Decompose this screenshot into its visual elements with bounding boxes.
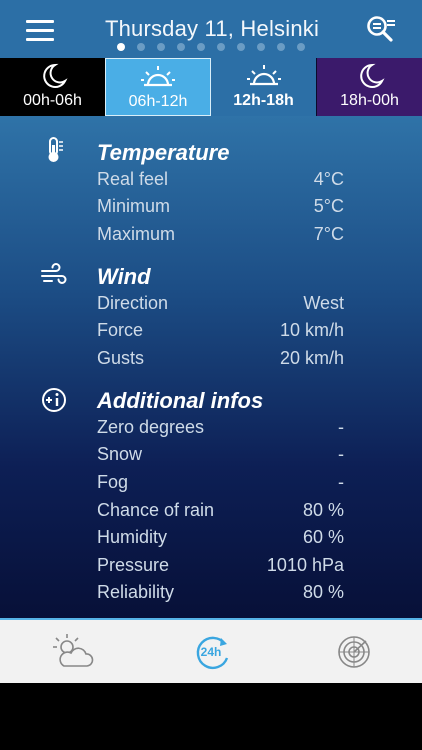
menu-icon-line: [26, 38, 54, 41]
forecast-details: Temperature Real feel 4°C Minimum 5°C Ma…: [0, 116, 422, 618]
tab-label: 06h-12h: [128, 93, 188, 110]
row-label: Direction: [97, 293, 169, 313]
wind-icon: [41, 263, 67, 284]
nav-24h-label: 24h: [201, 645, 222, 659]
row-label: Chance of rain: [97, 500, 215, 520]
page-dot[interactable]: [137, 43, 145, 51]
row-value: -: [338, 444, 344, 464]
section-title-additional-infos: Additional infos: [97, 388, 264, 413]
page-dot[interactable]: [197, 43, 205, 51]
row-value: 1010 hPa: [266, 555, 344, 575]
search-location-icon: [367, 16, 395, 42]
row-value: 10 km/h: [279, 320, 344, 340]
nav-forecast-button[interactable]: [50, 632, 96, 672]
tab-06h-12h[interactable]: 06h-12h: [105, 58, 211, 116]
page-dot[interactable]: [157, 43, 165, 51]
row-pressure: Pressure 1010 hPa: [97, 555, 344, 579]
page-title: Thursday 11, Helsinki: [104, 16, 320, 41]
row-label: Real feel: [97, 169, 169, 189]
page-indicator: [0, 43, 422, 51]
row-force: Force 10 km/h: [97, 320, 344, 344]
thermometer-icon: [48, 137, 63, 162]
row-label: Force: [97, 320, 144, 340]
nav-radar-button[interactable]: [334, 632, 380, 672]
page-dot[interactable]: [277, 43, 285, 51]
info-plus-icon: [42, 388, 66, 412]
radar-icon: [338, 636, 370, 668]
moon-icon: [359, 63, 385, 88]
row-value: 20 km/h: [279, 348, 344, 368]
menu-icon-line: [26, 29, 54, 32]
tab-12h-18h[interactable]: 12h-18h: [211, 58, 316, 116]
row-value: 4°C: [313, 169, 344, 189]
section-title-wind: Wind: [97, 264, 151, 289]
weather-app: Thursday 11, Helsinki 00h-06h 06h-12h 12…: [0, 0, 422, 683]
page-dot[interactable]: [257, 43, 265, 51]
page-dot[interactable]: [177, 43, 185, 51]
row-value: 80 %: [302, 500, 344, 520]
row-value: 5°C: [313, 196, 344, 216]
nav-24h-button[interactable]: 24h: [190, 632, 236, 672]
sun-cloud-icon: [53, 634, 94, 667]
row-value: 80 %: [302, 582, 344, 602]
row-label: Fog: [97, 472, 129, 492]
row-reliability: Reliability 80 %: [97, 582, 344, 606]
row-label: Zero degrees: [97, 417, 205, 437]
row-value: -: [338, 417, 344, 437]
row-minimum: Minimum 5°C: [97, 196, 344, 220]
section-title-temperature: Temperature: [97, 140, 230, 165]
page-dot[interactable]: [237, 43, 245, 51]
tab-label: 12h-18h: [233, 92, 294, 109]
menu-button[interactable]: [26, 18, 58, 42]
row-snow: Snow -: [97, 444, 344, 468]
sunrise-icon: [246, 65, 281, 86]
tab-label: 00h-06h: [23, 92, 82, 109]
menu-icon-line: [26, 20, 54, 23]
sunrise-icon: [141, 66, 175, 87]
row-real-feel: Real feel 4°C: [97, 169, 344, 193]
row-label: Maximum: [97, 224, 176, 244]
row-humidity: Humidity 60 %: [97, 527, 344, 551]
time-range-tabs: 00h-06h 06h-12h 12h-18h 18h-00h: [0, 58, 422, 116]
tab-00h-06h[interactable]: 00h-06h: [0, 58, 105, 116]
row-direction: Direction West: [97, 293, 344, 317]
row-label: Gusts: [97, 348, 145, 368]
row-zero-degrees: Zero degrees -: [97, 417, 344, 441]
tab-18h-00h[interactable]: 18h-00h: [316, 58, 422, 116]
row-value: -: [338, 472, 344, 492]
header-bar: Thursday 11, Helsinki: [0, 0, 422, 58]
row-value: West: [303, 293, 344, 313]
row-label: Pressure: [97, 555, 170, 575]
row-label: Minimum: [97, 196, 171, 216]
search-location-button[interactable]: [364, 14, 398, 44]
row-value: 60 %: [302, 527, 344, 547]
moon-icon: [42, 63, 68, 88]
row-label: Snow: [97, 444, 143, 464]
page-dot[interactable]: [117, 43, 125, 51]
row-chance-of-rain: Chance of rain 80 %: [97, 500, 344, 524]
row-value: 7°C: [313, 224, 344, 244]
row-fog: Fog -: [97, 472, 344, 496]
row-label: Humidity: [97, 527, 168, 547]
24h-icon: 24h: [196, 636, 229, 670]
row-gusts: Gusts 20 km/h: [97, 348, 344, 372]
page-dot[interactable]: [297, 43, 305, 51]
tab-label: 18h-00h: [340, 92, 399, 109]
page-dot[interactable]: [217, 43, 225, 51]
bottom-navigation: 24h: [0, 618, 422, 683]
row-label: Reliability: [97, 582, 175, 602]
row-maximum: Maximum 7°C: [97, 224, 344, 248]
